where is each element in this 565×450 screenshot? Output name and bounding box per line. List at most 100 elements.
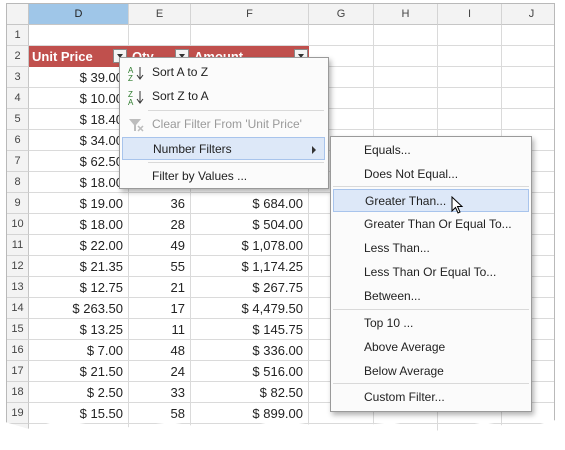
svg-text:Z: Z [128,74,133,81]
data-cell-amount[interactable]: $ 145.75 [191,319,309,340]
data-cell-unit-price[interactable]: $ 12.75 [29,277,129,298]
row-header[interactable]: 17 [7,361,29,382]
data-cell-unit-price[interactable]: $ 263.50 [29,298,129,319]
data-cell-qty[interactable]: 36 [129,193,191,214]
menu-item-equals[interactable]: Equals... [333,139,529,162]
data-cell-unit-price[interactable]: $ 15.50 [29,403,129,424]
data-cell-amount[interactable]: $ 4,479.50 [191,298,309,319]
data-cell-unit-price[interactable]: $ 10.00 [29,88,129,109]
menu-item-greater-than-or-equal[interactable]: Greater Than Or Equal To... [333,213,529,236]
data-cell-amount[interactable]: $ 1,174.25 [191,256,309,277]
data-cell-unit-price[interactable]: $ 38.00 [29,424,129,431]
data-cell-amount[interactable]: $ 336.00 [191,340,309,361]
data-cell-amount[interactable]: $ 684.00 [191,193,309,214]
data-cell-amount[interactable]: $ 1,078.00 [191,235,309,256]
row-header[interactable]: 4 [7,88,29,109]
data-cell-qty[interactable]: 28 [129,214,191,235]
data-cell-qty[interactable]: 48 [129,340,191,361]
data-cell-qty[interactable]: 17 [129,298,191,319]
menu-item-number-filters[interactable]: Number Filters [122,137,325,160]
data-cell-qty[interactable]: 32 [129,424,191,431]
row-header[interactable]: 8 [7,172,29,193]
data-cell-qty[interactable]: 21 [129,277,191,298]
data-cell-unit-price[interactable]: $ 13.25 [29,319,129,340]
data-cell-unit-price[interactable]: $ 18.40 [29,109,129,130]
menu-item-clear-filter: Clear Filter From 'Unit Price' [122,113,325,136]
header-label-unit-price: Unit Price [32,49,93,64]
row-header[interactable]: 3 [7,67,29,88]
column-header-e[interactable]: E [129,4,191,25]
menu-label: Custom Filter... [364,390,445,404]
row-header[interactable]: 2 [7,46,29,67]
data-cell-unit-price[interactable]: $ 21.35 [29,256,129,277]
column-header-h[interactable]: H [374,4,438,25]
menu-item-sort-z-to-a[interactable]: ZA Sort Z to A [122,85,325,108]
column-header-j[interactable]: J [502,4,554,25]
row-header[interactable]: 10 [7,214,29,235]
menu-item-does-not-equal[interactable]: Does Not Equal... [333,163,529,186]
row-header[interactable]: 12 [7,256,29,277]
menu-label: Above Average [364,340,446,354]
menu-item-custom-filter[interactable]: Custom Filter... [333,386,529,409]
clear-filter-icon [128,117,144,133]
row-header[interactable]: 19 [7,403,29,424]
column-header-d[interactable]: D [29,4,129,25]
data-cell-unit-price[interactable]: $ 39.00 [29,67,129,88]
menu-item-above-average[interactable]: Above Average [333,336,529,359]
spreadsheet-window: D E F G H I J 1 2 3 4 5 6 7 8 9 10 11 12 13 14 15 16 17 1… [6,3,555,431]
data-cell-amount[interactable]: $ 504.00 [191,214,309,235]
menu-item-below-average[interactable]: Below Average [333,360,529,383]
data-cell-amount[interactable]: $ 82.50 [191,382,309,403]
row-header[interactable]: 5 [7,109,29,130]
column-header-g[interactable]: G [309,4,374,25]
data-cell-unit-price[interactable]: $ 21.50 [29,361,129,382]
row-header[interactable]: 9 [7,193,29,214]
row-header[interactable]: 13 [7,277,29,298]
data-cell-unit-price[interactable]: $ 62.50 [29,151,129,172]
data-cell-unit-price[interactable]: $ 2.50 [29,382,129,403]
menu-label: Below Average [364,364,444,378]
menu-item-top-10[interactable]: Top 10 ... [333,312,529,335]
data-cell-amount[interactable]: $ 267.75 [191,277,309,298]
row-header[interactable]: 7 [7,151,29,172]
data-cell-amount[interactable]: $ 899.00 [191,403,309,424]
data-cell-unit-price[interactable]: $ 19.00 [29,193,129,214]
sort-descending-icon: ZA [128,89,144,107]
data-cell-qty[interactable]: 11 [129,319,191,340]
submenu-arrow-icon [312,146,316,154]
data-cell-unit-price[interactable]: $ 34.00 [29,130,129,151]
row-header[interactable]: 1 [7,25,29,46]
row-header[interactable]: 16 [7,340,29,361]
data-cell-unit-price[interactable]: $ 22.00 [29,235,129,256]
menu-label: Filter by Values ... [152,169,248,183]
column-header-f[interactable]: F [191,4,309,25]
menu-label: Greater Than... [365,194,447,208]
data-cell-qty[interactable]: 55 [129,256,191,277]
select-all-corner[interactable] [7,4,29,25]
data-cell-qty[interactable]: 49 [129,235,191,256]
data-cell-amount[interactable]: $ 1,216.00 [191,424,309,431]
data-cell-unit-price[interactable]: $ 18.00 [29,214,129,235]
data-cell-qty[interactable]: 33 [129,382,191,403]
row-header[interactable]: 6 [7,130,29,151]
menu-item-greater-than[interactable]: Greater Than... [333,189,529,212]
row-header[interactable]: 14 [7,298,29,319]
menu-item-between[interactable]: Between... [333,285,529,308]
row-header[interactable]: 18 [7,382,29,403]
column-header-i[interactable]: I [438,4,502,25]
data-cell-unit-price[interactable]: $ 18.00 [29,172,129,193]
data-cell-unit-price[interactable]: $ 7.00 [29,340,129,361]
row-header[interactable]: 20 [7,424,29,431]
svg-text:A: A [128,98,134,105]
data-cell-amount[interactable]: $ 516.00 [191,361,309,382]
data-cell-qty[interactable]: 24 [129,361,191,382]
menu-label: Between... [364,289,421,303]
menu-item-less-than-or-equal[interactable]: Less Than Or Equal To... [333,261,529,284]
menu-label: Sort Z to A [152,89,209,103]
row-header[interactable]: 15 [7,319,29,340]
menu-item-filter-by-values[interactable]: Filter by Values ... [122,165,325,188]
row-header[interactable]: 11 [7,235,29,256]
data-cell-qty[interactable]: 58 [129,403,191,424]
menu-item-sort-a-to-z[interactable]: AZ Sort A to Z [122,61,325,84]
menu-item-less-than[interactable]: Less Than... [333,237,529,260]
